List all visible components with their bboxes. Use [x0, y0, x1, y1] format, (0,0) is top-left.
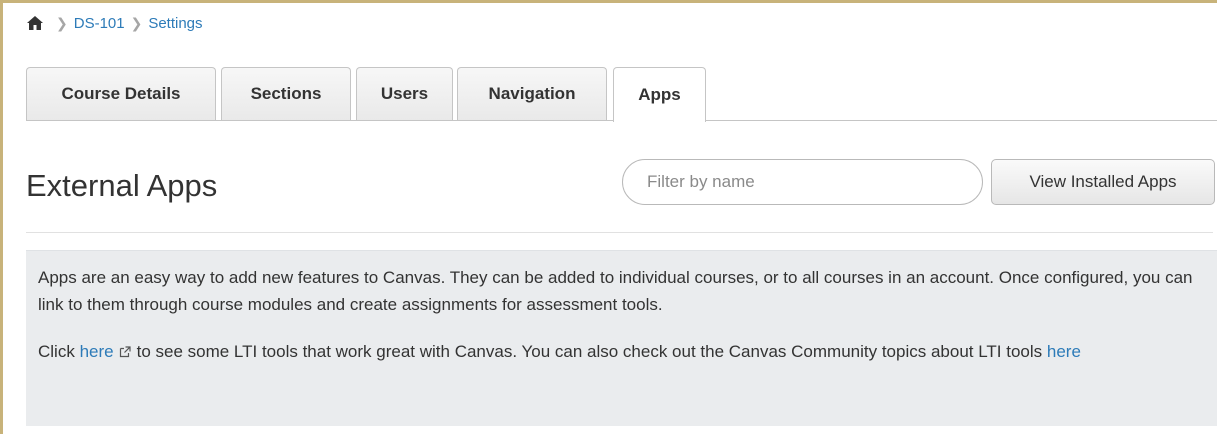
- info-text: to see some LTI tools that work great wi…: [136, 342, 1047, 361]
- filter-by-name-input[interactable]: [622, 159, 983, 205]
- breadcrumb-separator: ❯: [56, 14, 68, 31]
- tab-users[interactable]: Users: [356, 67, 453, 120]
- settings-tabs: Course Details Sections Users Navigation…: [26, 67, 1217, 122]
- page-title: External Apps: [26, 168, 218, 203]
- view-installed-apps-button[interactable]: View Installed Apps: [991, 159, 1215, 205]
- header-divider: [26, 232, 1213, 233]
- tab-apps[interactable]: Apps: [613, 67, 706, 122]
- breadcrumb-course-link[interactable]: DS-101: [74, 15, 125, 32]
- breadcrumb-separator: ❯: [130, 14, 143, 31]
- info-paragraph: Apps are an easy way to add new features…: [38, 268, 1193, 314]
- tab-course-details[interactable]: Course Details: [26, 67, 216, 120]
- tab-navigation[interactable]: Navigation: [457, 67, 607, 120]
- info-text: Click: [38, 342, 80, 361]
- breadcrumb: ❯ DS-101 ❯ Settings: [26, 12, 203, 34]
- lti-tools-link[interactable]: here: [80, 342, 114, 361]
- window-frame-left: [0, 0, 3, 434]
- window-frame-top: [0, 0, 1217, 3]
- external-link-icon: [119, 339, 131, 358]
- tab-sections[interactable]: Sections: [221, 67, 351, 120]
- breadcrumb-settings-link[interactable]: Settings: [148, 15, 202, 32]
- home-icon[interactable]: [26, 14, 44, 32]
- apps-info-panel: Apps are an easy way to add new features…: [26, 250, 1217, 426]
- canvas-community-link[interactable]: here: [1047, 342, 1081, 361]
- info-paragraph-links: Click here to see some LTI tools that wor…: [38, 338, 1199, 365]
